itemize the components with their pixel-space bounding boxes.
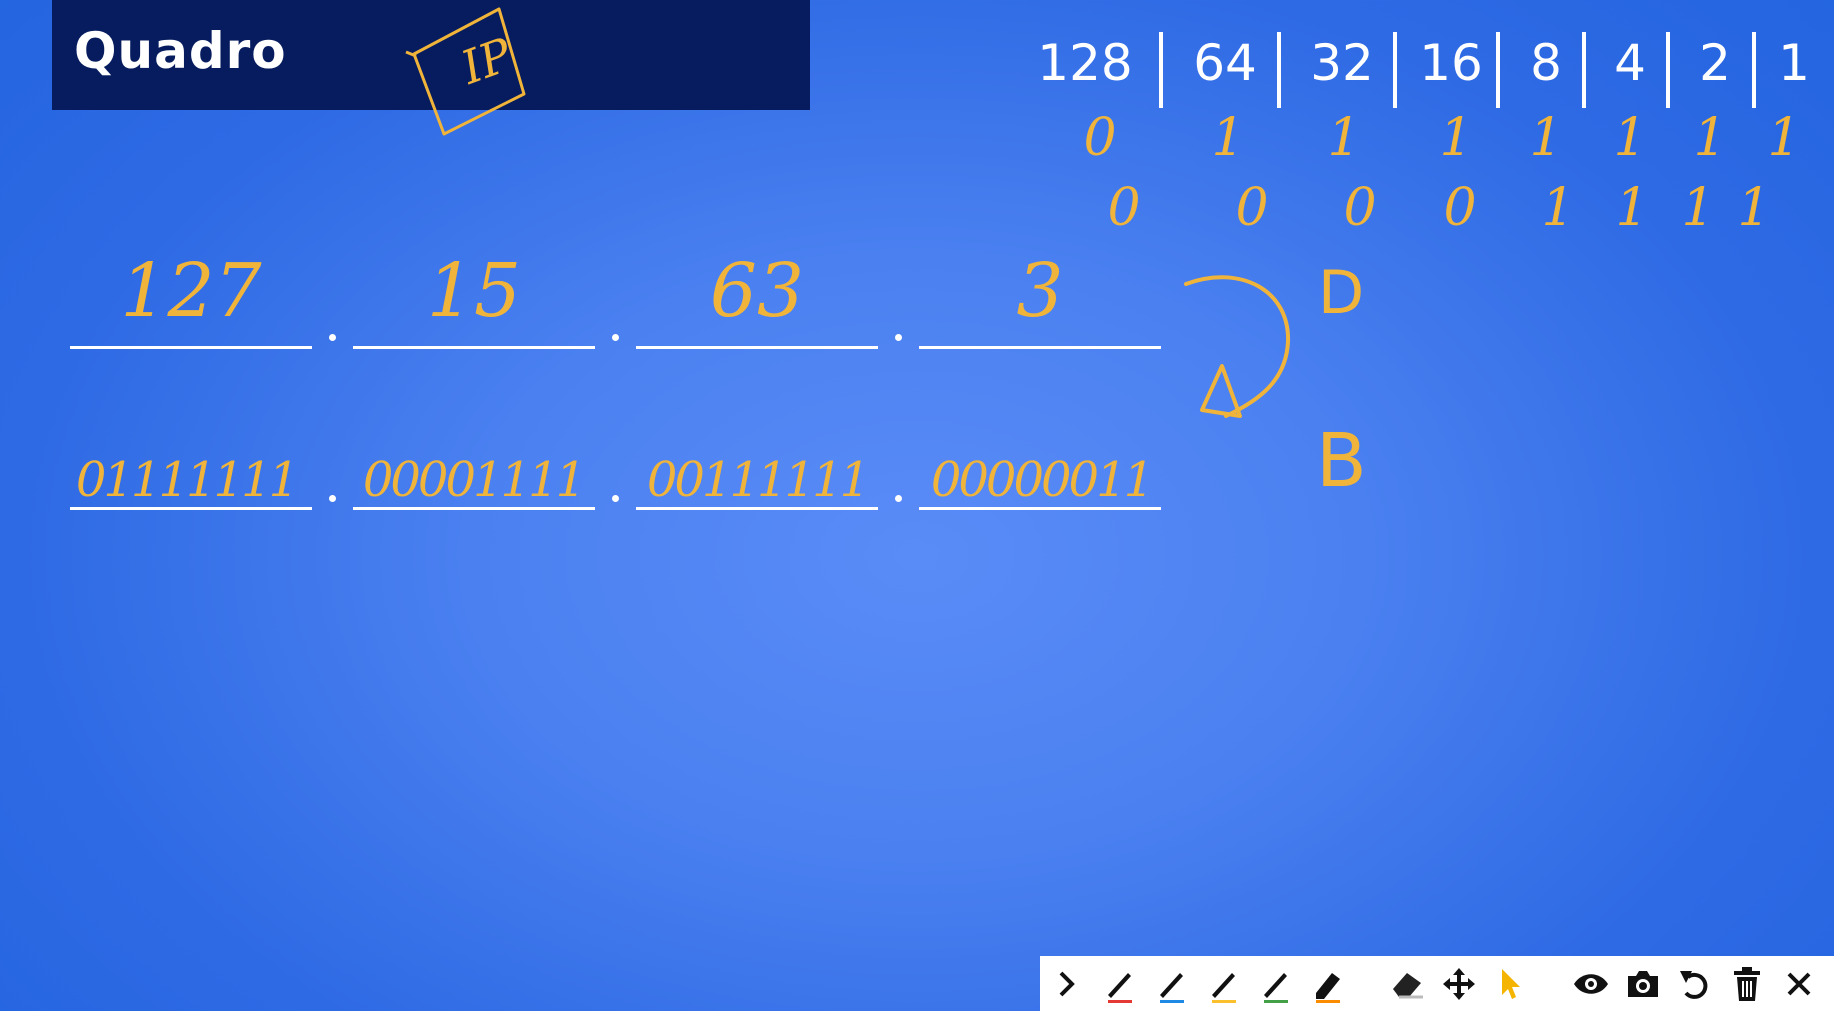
title-banner: Quadro IP — [52, 0, 810, 136]
move-icon[interactable] — [1438, 961, 1480, 1007]
bit-digit: 1 — [1529, 108, 1563, 168]
undo-icon[interactable] — [1674, 961, 1716, 1007]
bit-weight: 4 — [1614, 34, 1646, 92]
pen-blue-icon[interactable] — [1150, 961, 1192, 1007]
decimal-label: D — [1318, 258, 1365, 328]
bit-weight: 128 — [1037, 34, 1133, 92]
bit-digit: 1 — [1327, 108, 1361, 168]
bit-digit: 1 — [1541, 178, 1575, 238]
column-divider — [1393, 32, 1397, 108]
decimal-octet-2: 15 — [426, 248, 522, 334]
octet-underline — [353, 507, 595, 510]
bit-weight: 16 — [1419, 34, 1483, 92]
bit-weight: 2 — [1699, 34, 1731, 92]
bit-digit: 0 — [1083, 108, 1117, 168]
bit-digit: 1 — [1681, 178, 1715, 238]
pointer-icon[interactable] — [1490, 961, 1532, 1007]
pen-green-icon[interactable] — [1254, 961, 1296, 1007]
binary-octet-2: 00001111 — [362, 452, 586, 508]
binary-label: B — [1316, 418, 1367, 504]
octet-underline — [353, 346, 595, 349]
bit-digit: 0 — [1235, 178, 1269, 238]
column-divider — [1159, 32, 1163, 108]
eye-icon[interactable] — [1570, 961, 1612, 1007]
bit-digit: 1 — [1767, 108, 1801, 168]
close-icon[interactable] — [1778, 961, 1820, 1007]
octet-separator-dot — [329, 334, 336, 341]
bit-digit: 1 — [1693, 108, 1727, 168]
bit-digit: 1 — [1613, 108, 1647, 168]
bit-digit: 1 — [1439, 108, 1473, 168]
binary-octet-1: 01111111 — [75, 452, 299, 508]
drawing-toolbar — [1040, 956, 1834, 1011]
binary-octet-3: 00111111 — [646, 452, 870, 508]
column-divider — [1496, 32, 1500, 108]
bit-digit: 1 — [1615, 178, 1649, 238]
decimal-octet-4: 3 — [1016, 248, 1064, 334]
octet-separator-dot — [329, 495, 336, 502]
pen-yellow-icon[interactable] — [1202, 961, 1244, 1007]
octet-underline — [919, 507, 1161, 510]
octet-underline — [70, 346, 312, 349]
octet-underline — [919, 346, 1161, 349]
bit-digit: 0 — [1443, 178, 1477, 238]
column-divider — [1277, 32, 1281, 108]
pen-red-icon[interactable] — [1098, 961, 1140, 1007]
bit-weight-header: 128 64 32 16 8 4 2 1 — [1030, 32, 1830, 114]
eraser-icon[interactable] — [1386, 961, 1428, 1007]
octet-underline — [636, 507, 878, 510]
octet-separator-dot — [895, 334, 902, 341]
column-divider — [1666, 32, 1670, 108]
octet-separator-dot — [612, 495, 619, 502]
camera-icon[interactable] — [1622, 961, 1664, 1007]
bit-digit: 0 — [1343, 178, 1377, 238]
decimal-octet-1: 127 — [120, 248, 262, 334]
bit-weight: 64 — [1193, 34, 1257, 92]
octet-underline — [636, 346, 878, 349]
bit-digit: 1 — [1737, 178, 1771, 238]
trash-icon[interactable] — [1726, 961, 1768, 1007]
page-title: Quadro — [74, 22, 287, 80]
bit-weight: 8 — [1530, 34, 1562, 92]
bit-weight: 32 — [1310, 34, 1374, 92]
conversion-arrow-icon — [1184, 275, 1291, 418]
highlighter-orange-icon[interactable] — [1306, 961, 1348, 1007]
binary-octet-4: 00000011 — [930, 452, 1154, 508]
expand-chevron-icon[interactable] — [1046, 961, 1088, 1007]
bit-digit: 0 — [1107, 178, 1141, 238]
bit-digit: 1 — [1211, 108, 1245, 168]
bit-row-127: 0 1 1 1 1 1 1 1 — [1030, 108, 1830, 178]
decimal-octet-3: 63 — [709, 248, 805, 334]
octet-separator-dot — [895, 495, 902, 502]
bit-weight: 1 — [1778, 34, 1810, 92]
octet-separator-dot — [612, 334, 619, 341]
bit-row-15: 0 0 0 0 1 1 1 1 — [1030, 178, 1830, 248]
octet-underline — [70, 507, 312, 510]
column-divider — [1752, 32, 1756, 108]
column-divider — [1582, 32, 1586, 108]
